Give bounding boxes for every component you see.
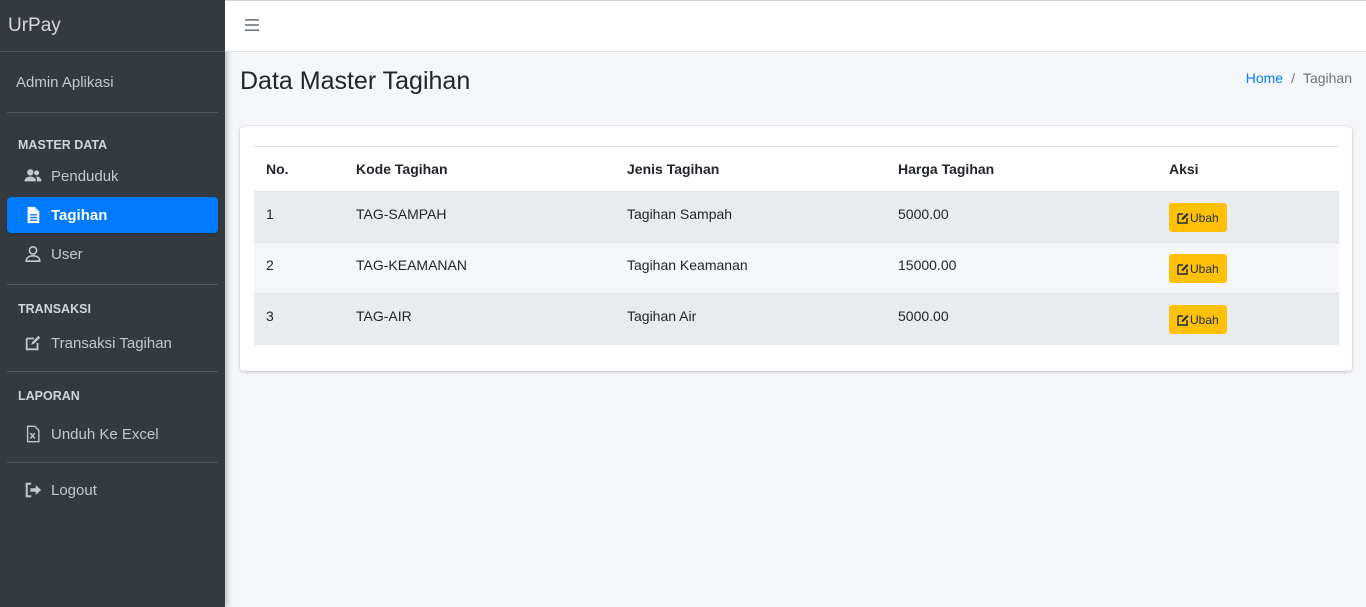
nav-header-transaksi: TRANSAKSI	[18, 302, 91, 316]
cell-kode: TAG-AIR	[344, 293, 615, 345]
sidebar-item-label: User	[51, 245, 83, 263]
file-excel-icon	[23, 424, 43, 444]
cell-no: 1	[254, 191, 344, 243]
nav-header-master-data: MASTER DATA	[18, 138, 108, 152]
cell-no: 2	[254, 242, 344, 294]
users-icon	[23, 166, 43, 186]
sidebar-item-label: Penduduk	[51, 167, 119, 185]
nav-header-laporan: LAPORAN	[18, 389, 80, 403]
sign-out-icon	[23, 480, 43, 500]
user-panel: Admin Aplikasi	[7, 52, 218, 113]
column-header-jenis-tagihan: Jenis Tagihan	[615, 146, 886, 192]
sidebar-item-unduh-ke-excel[interactable]: Unduh Ke Excel	[7, 416, 218, 452]
cell-harga: 5000.00	[886, 191, 1157, 243]
brand-logo[interactable]: UrPay	[0, 0, 225, 52]
ubah-label: Ubah	[1190, 312, 1219, 327]
user-name[interactable]: Admin Aplikasi	[16, 74, 114, 91]
ubah-label: Ubah	[1190, 210, 1219, 225]
edit-icon	[23, 333, 43, 353]
top-navbar	[225, 0, 1366, 52]
edit-icon	[1177, 314, 1189, 326]
table-row: 1 TAG-SAMPAH Tagihan Sampah 5000.00 Ubah	[254, 191, 1339, 243]
content-header: Data Master Tagihan Home / Tagihan	[225, 52, 1366, 112]
ubah-button[interactable]: Ubah	[1169, 254, 1227, 283]
sidebar-item-logout[interactable]: Logout	[7, 472, 218, 508]
sidebar: UrPay Admin Aplikasi MASTER DATA Pendudu…	[0, 0, 225, 607]
brand-text[interactable]: UrPay	[8, 15, 61, 37]
table-row: 3 TAG-AIR Tagihan Air 5000.00 Ubah	[254, 293, 1339, 345]
cell-jenis: Tagihan Sampah	[615, 191, 886, 243]
ubah-button[interactable]: Ubah	[1169, 203, 1227, 232]
breadcrumb-home-link[interactable]: Home	[1246, 70, 1283, 86]
column-header-no: No.	[254, 146, 344, 192]
tagihan-card: No. Kode Tagihan Jenis Tagihan Harga Tag…	[240, 126, 1352, 371]
edit-icon	[1177, 263, 1189, 275]
cell-aksi: Ubah	[1157, 293, 1339, 345]
sidebar-item-tagihan[interactable]: Tagihan	[7, 197, 218, 233]
ubah-label: Ubah	[1190, 261, 1219, 276]
hamburger-icon[interactable]	[245, 19, 261, 33]
page-title: Data Master Tagihan	[240, 67, 471, 95]
cell-kode: TAG-KEAMANAN	[344, 242, 615, 294]
breadcrumb-current: Tagihan	[1302, 70, 1352, 86]
cell-no: 3	[254, 293, 344, 345]
sidebar-item-penduduk[interactable]: Penduduk	[7, 158, 218, 194]
sidebar-item-label: Transaksi Tagihan	[51, 334, 172, 352]
breadcrumb: Home / Tagihan	[1246, 70, 1352, 86]
table-header-row: No. Kode Tagihan Jenis Tagihan Harga Tag…	[254, 146, 1339, 192]
edit-icon	[1177, 212, 1189, 224]
sidebar-item-label: Unduh Ke Excel	[51, 425, 159, 443]
cell-jenis: Tagihan Air	[615, 293, 886, 345]
user-icon	[23, 244, 43, 264]
cell-harga: 15000.00	[886, 242, 1157, 294]
sidebar-item-label: Tagihan	[51, 206, 108, 224]
breadcrumb-separator: /	[1291, 70, 1295, 86]
column-header-harga-tagihan: Harga Tagihan	[886, 146, 1157, 192]
cell-aksi: Ubah	[1157, 242, 1339, 294]
file-text-icon	[23, 205, 43, 225]
column-header-kode-tagihan: Kode Tagihan	[344, 146, 615, 192]
cell-aksi: Ubah	[1157, 191, 1339, 243]
ubah-button[interactable]: Ubah	[1169, 305, 1227, 334]
cell-kode: TAG-SAMPAH	[344, 191, 615, 243]
column-header-aksi: Aksi	[1157, 146, 1339, 192]
table-row: 2 TAG-KEAMANAN Tagihan Keamanan 15000.00…	[254, 242, 1339, 294]
sidebar-item-user[interactable]: User	[7, 236, 218, 272]
cell-harga: 5000.00	[886, 293, 1157, 345]
cell-jenis: Tagihan Keamanan	[615, 242, 886, 294]
tagihan-table: No. Kode Tagihan Jenis Tagihan Harga Tag…	[254, 146, 1339, 345]
sidebar-item-label: Logout	[51, 481, 97, 499]
sidebar-item-transaksi-tagihan[interactable]: Transaksi Tagihan	[7, 325, 218, 361]
